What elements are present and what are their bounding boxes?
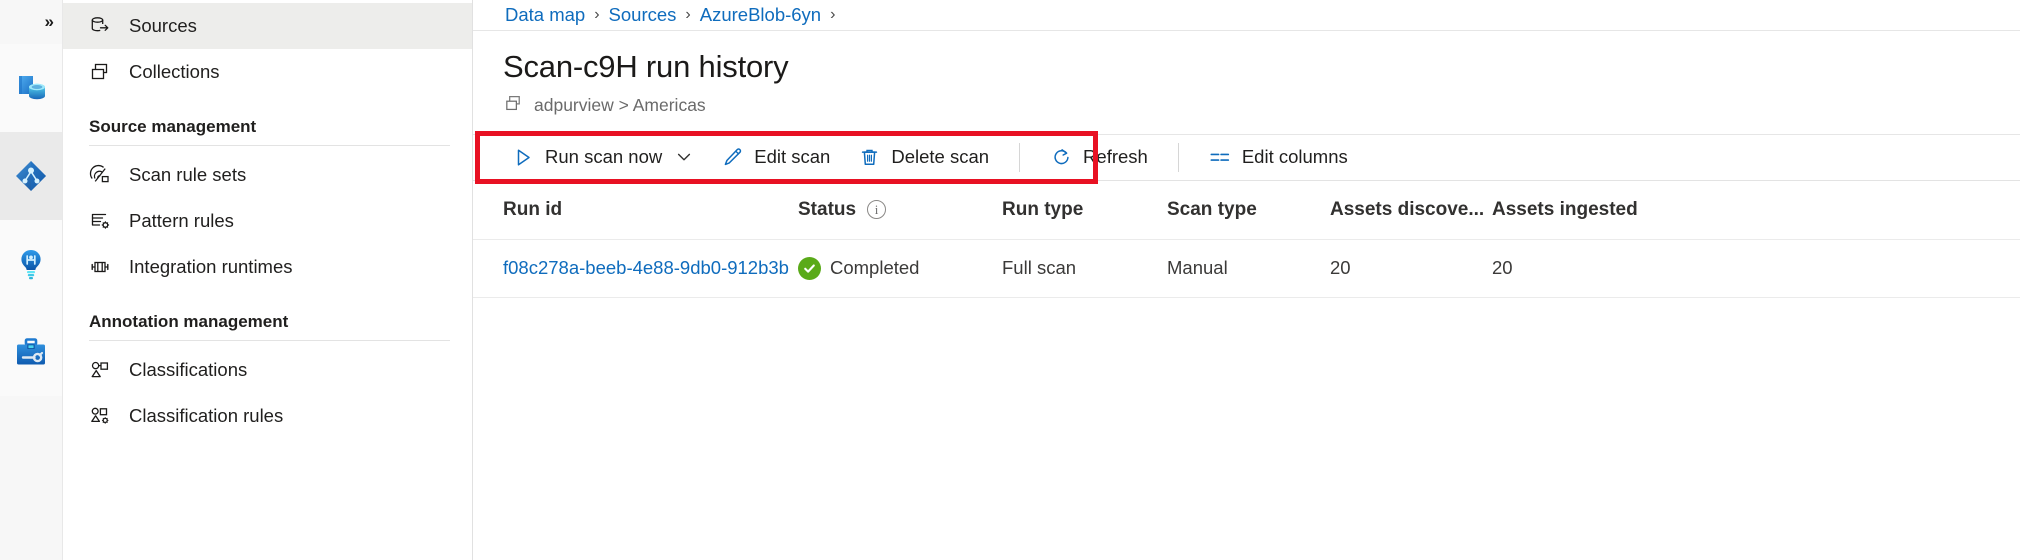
run-history-table: Run id Status i Run type Scan type Asset… — [473, 181, 2020, 298]
sidebar-item-label: Collections — [129, 61, 220, 83]
cell-assets-discovered: 20 — [1330, 257, 1492, 279]
collection-icon — [503, 93, 524, 119]
pattern-rules-icon — [89, 210, 111, 232]
column-header-run-type[interactable]: Run type — [1002, 199, 1167, 221]
rail-item-glossary[interactable] — [0, 44, 62, 132]
classifications-icon — [89, 359, 111, 381]
cell-assets-ingested: 20 — [1492, 257, 1692, 279]
page-title: Scan-c9H run history — [503, 49, 2020, 85]
sidebar-item-pattern-rules[interactable]: Pattern rules — [63, 198, 472, 244]
icon-rail: » — [0, 0, 63, 560]
status-label: Completed — [830, 257, 919, 279]
sidebar-item-label: Scan rule sets — [129, 164, 246, 186]
refresh-button[interactable]: Refresh — [1036, 135, 1162, 180]
integration-runtimes-icon — [89, 256, 111, 278]
column-header-status-label: Status — [798, 199, 856, 221]
column-header-assets-discovered[interactable]: Assets discove... — [1330, 199, 1492, 221]
run-id-link[interactable]: f08c278a-beeb-4e88-9db0-912b3b1 — [503, 257, 790, 279]
classification-rules-icon — [89, 405, 111, 427]
collection-path-label: adpurview > Americas — [534, 95, 706, 116]
edit-columns-button[interactable]: Edit columns — [1195, 135, 1362, 180]
sidebar-item-classification-rules[interactable]: Classification rules — [63, 393, 472, 439]
trash-icon — [858, 146, 880, 168]
data-map-icon — [13, 158, 49, 194]
sidebar-item-scan-rule-sets[interactable]: Scan rule sets — [63, 152, 472, 198]
sidebar-item-label: Classifications — [129, 359, 247, 381]
sidebar-divider — [89, 340, 450, 341]
cell-run-id: f08c278a-beeb-4e88-9db0-912b3b1 — [503, 257, 798, 279]
breadcrumb: Data map › Sources › AzureBlob-6yn › — [473, 0, 2020, 31]
app-window: » — [0, 0, 2020, 560]
toolbar-divider — [1019, 143, 1020, 172]
info-icon[interactable]: i — [867, 200, 886, 219]
toolbar-wrapper: Run scan now Edit scan — [473, 134, 2020, 181]
edit-scan-label: Edit scan — [754, 146, 830, 168]
management-icon — [13, 334, 49, 370]
scan-rule-sets-icon — [89, 164, 111, 186]
breadcrumb-item-sources[interactable]: Sources — [609, 4, 677, 26]
run-scan-now-button[interactable]: Run scan now — [498, 135, 707, 180]
breadcrumb-item-azureblob[interactable]: AzureBlob-6yn — [700, 4, 821, 26]
expand-rail-button[interactable]: » — [0, 0, 62, 44]
checkmark-circle-icon — [798, 257, 821, 280]
sidebar-item-classifications[interactable]: Classifications — [63, 347, 472, 393]
sidebar-item-collections[interactable]: Collections — [63, 49, 472, 95]
pencil-icon — [721, 146, 743, 168]
toolbar: Run scan now Edit scan — [473, 134, 2020, 181]
collections-icon — [89, 61, 111, 83]
cell-run-type: Full scan — [1002, 257, 1167, 279]
table-row[interactable]: f08c278a-beeb-4e88-9db0-912b3b1 Complete… — [473, 240, 2020, 298]
glossary-icon — [13, 70, 49, 106]
refresh-label: Refresh — [1083, 146, 1148, 168]
rail-item-insights[interactable] — [0, 220, 62, 308]
column-header-scan-type[interactable]: Scan type — [1167, 199, 1330, 221]
breadcrumb-separator: › — [594, 6, 599, 24]
sidebar-item-label: Sources — [129, 15, 197, 37]
source-icon — [89, 15, 111, 37]
sidebar-divider — [89, 145, 450, 146]
rail-item-management[interactable] — [0, 308, 62, 396]
page-header: Scan-c9H run history adpurview > America… — [473, 31, 2020, 119]
sidebar-item-sources[interactable]: Sources — [63, 3, 472, 49]
delete-scan-button[interactable]: Delete scan — [844, 135, 1003, 180]
insights-icon — [13, 246, 49, 282]
cell-status: Completed — [798, 257, 1002, 280]
chevron-down-icon[interactable] — [675, 149, 693, 165]
edit-columns-label: Edit columns — [1242, 146, 1348, 168]
column-header-run-id[interactable]: Run id — [503, 199, 798, 221]
sidebar-item-label: Classification rules — [129, 405, 283, 427]
collection-path: adpurview > Americas — [503, 93, 2020, 119]
breadcrumb-item-data-map[interactable]: Data map — [505, 4, 585, 26]
edit-scan-button[interactable]: Edit scan — [707, 135, 844, 180]
sidebar-item-integration-runtimes[interactable]: Integration runtimes — [63, 244, 472, 290]
sidebar-item-label: Integration runtimes — [129, 256, 293, 278]
refresh-icon — [1050, 146, 1072, 168]
sidebar-item-label: Pattern rules — [129, 210, 234, 232]
edit-columns-icon — [1209, 146, 1231, 168]
play-icon — [512, 146, 534, 168]
cell-scan-type: Manual — [1167, 257, 1330, 279]
run-scan-now-label: Run scan now — [545, 146, 662, 168]
delete-scan-label: Delete scan — [891, 146, 989, 168]
breadcrumb-separator: › — [685, 6, 690, 24]
column-header-assets-ingested[interactable]: Assets ingested — [1492, 199, 1692, 221]
toolbar-divider — [1178, 143, 1179, 172]
sidebar-group-source-management: Source management — [63, 95, 472, 143]
rail-item-data-map[interactable] — [0, 132, 62, 220]
table-header-row: Run id Status i Run type Scan type Asset… — [473, 181, 2020, 240]
main-content: Data map › Sources › AzureBlob-6yn › Sca… — [473, 0, 2020, 560]
sidebar-group-annotation-management: Annotation management — [63, 290, 472, 338]
sidebar-nav: Sources Collections Source management — [63, 0, 473, 560]
breadcrumb-separator: › — [830, 6, 835, 24]
column-header-status[interactable]: Status i — [798, 199, 1002, 221]
